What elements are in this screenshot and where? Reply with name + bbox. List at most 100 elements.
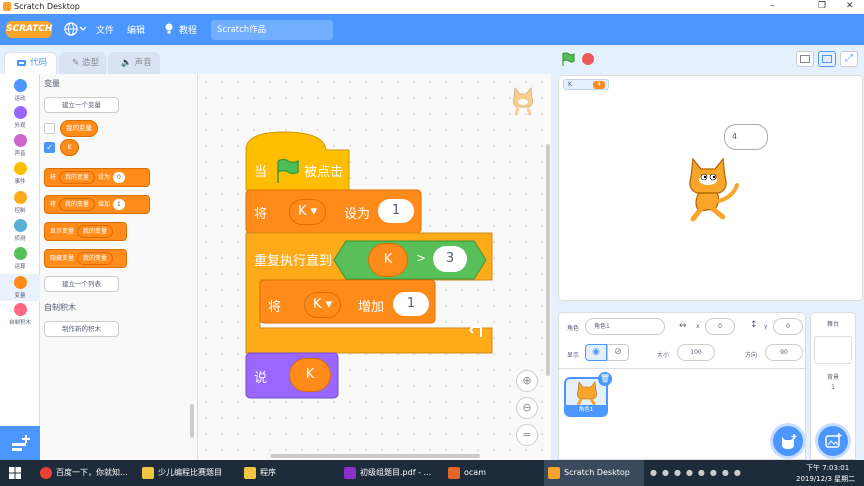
add-backdrop-button[interactable] [818,426,848,456]
stage-canvas[interactable]: K4 4 [558,75,863,301]
category-my-blocks[interactable]: 自制积木 [0,303,40,326]
windows-start-icon[interactable] [9,467,21,479]
window-title: Scratch Desktop [14,2,80,11]
direction-label: 方向 [745,352,758,359]
zoom-in-button[interactable]: ⊕ [516,370,538,392]
change-value-input[interactable]: 1 [393,292,429,316]
y-label: y [764,323,768,330]
minimize-icon[interactable]: – [770,1,775,11]
taskbar-item-pdf[interactable]: 初级组题目.pdf - ... [340,460,440,486]
category-sound[interactable]: 声音 [0,134,40,157]
size-input[interactable]: 100 [677,344,715,361]
control-dot-icon [13,191,27,204]
add-sprite-button[interactable] [773,426,803,456]
variable-dropdown[interactable]: 我的变量 [59,171,96,184]
clock-date[interactable]: 2019/12/3 星期二 [796,474,855,484]
system-tray-icons[interactable]: ●●●●●●●● [650,468,746,477]
scratch-icon [548,467,560,479]
stop-button[interactable] [582,53,594,65]
backdrop-thumbnail[interactable] [814,336,852,364]
large-stage-button[interactable] [818,51,836,67]
taskbar-item-browser[interactable]: 百度一下，你就知... [36,460,136,486]
zoom-out-button[interactable]: ⊖ [516,397,538,419]
var1-reporter[interactable]: 我的变量 [60,120,98,137]
palette-scrollbar[interactable] [190,404,194,438]
show-sprite-button[interactable]: ◉ [585,344,607,361]
category-operators[interactable]: 运算 [0,247,40,270]
sensing-dot-icon [13,219,27,232]
make-block-button[interactable]: 制作新的积木 [44,321,119,337]
value-input[interactable]: 0 [113,172,125,183]
editor-tabs: 代码 ✎ 造型 🔈 声音 [0,45,560,74]
var2-checkbox[interactable]: ✓ [44,142,55,153]
globe-icon[interactable] [64,21,87,40]
operators-dot-icon [13,247,27,260]
change-variable-block[interactable]: 将我的变量 增加 1 [44,195,150,214]
workspace-scrollbar-horizontal[interactable] [270,454,480,458]
taskbar-item-folder1[interactable]: 少儿编程比赛题目 [138,460,238,486]
condition-lhs-reporter[interactable]: K [368,243,408,277]
motion-dot-icon [13,79,27,92]
zoom-reset-button[interactable]: = [516,424,538,446]
y-input[interactable]: 0 [773,318,803,335]
set-value-input[interactable]: 1 [378,199,414,223]
tab-code[interactable]: 代码 [4,52,57,74]
backdrop-label: 背景 [826,374,839,381]
add-extension-button[interactable] [0,426,40,460]
variable-dropdown[interactable]: 我的变量 [59,198,96,211]
menu-edit[interactable]: 编辑 [127,23,145,36]
tab-costumes[interactable]: ✎ 造型 [59,52,106,74]
cat-sprite[interactable] [679,153,747,223]
workspace-scrollbar-vertical[interactable] [546,144,550,376]
category-control[interactable]: 控制 [0,191,40,214]
project-name-input[interactable]: Scratch作品 [211,20,333,40]
var2-reporter[interactable]: K [60,139,79,156]
x-input[interactable]: 0 [705,318,735,335]
direction-input[interactable]: 90 [765,344,803,361]
hide-sprite-button[interactable]: ⊘ [607,344,629,361]
set-variable-block[interactable]: 将我的变量 设为 0 [44,168,150,187]
menu-file[interactable]: 文件 [96,23,114,36]
hide-variable-block[interactable]: 隐藏变量 我的变量 [44,249,127,268]
set-var-dropdown[interactable]: K ▾ [289,199,327,225]
tab-sounds[interactable]: 🔈 声音 [108,52,160,74]
category-looks[interactable]: 外观 [0,106,40,129]
clock-time[interactable]: 下午 7:03:01 [806,463,849,473]
close-icon[interactable]: ✕ [846,1,854,11]
condition-rhs-input[interactable]: 3 [433,246,467,272]
sprite-name-input[interactable]: 角色1 [585,318,665,335]
category-variables[interactable]: 变量 [0,274,40,301]
say-value-reporter[interactable]: K [289,358,331,392]
fullscreen-button[interactable]: ⤢ [840,51,858,67]
make-variable-button[interactable]: 建立一个变量 [44,97,119,113]
menu-tutorials[interactable]: 教程 [179,23,197,36]
scratch-logo[interactable]: SCRATCH [6,21,52,38]
taskbar-item-folder2[interactable]: 程序 [240,460,336,486]
lightbulb-icon [163,22,175,38]
repeat-until-label: 重复执行直到 [254,254,333,269]
menu-bar: SCRATCH 文件 编辑 教程 Scratch作品 [0,14,864,45]
small-stage-button[interactable] [796,51,814,67]
variable-dropdown[interactable]: 我的变量 [77,252,114,265]
variables-dot-icon [13,276,27,289]
var1-checkbox[interactable] [44,123,55,134]
code-workspace[interactable]: 当 被点击 将 K ▾ 设为 1 重复执行直到 K > 3 将 K ▾ 增加 1… [198,74,551,460]
events-dot-icon [13,162,27,175]
make-list-button[interactable]: 建立一个列表 [44,276,119,292]
myblocks-dot-icon [13,303,27,316]
category-motion[interactable]: 运动 [0,79,40,102]
maximize-icon[interactable]: ❐ [818,1,826,11]
category-events[interactable]: 事件 [0,162,40,185]
taskbar-item-scratch[interactable]: Scratch Desktop [544,460,644,486]
delete-sprite-button[interactable]: 🗑 [598,372,612,386]
category-sensing[interactable]: 侦测 [0,219,40,242]
taskbar-item-ocam[interactable]: ocam [444,460,540,486]
value-input[interactable]: 1 [113,199,125,210]
show-variable-block[interactable]: 显示变量 我的变量 [44,222,127,241]
variable-dropdown[interactable]: 我的变量 [77,225,114,238]
green-flag-button[interactable] [561,52,575,67]
condition-operator: > [416,251,427,265]
ocam-icon [448,467,460,479]
when-flag-left: 当 [254,165,268,180]
change-var-dropdown[interactable]: K ▾ [304,292,342,318]
